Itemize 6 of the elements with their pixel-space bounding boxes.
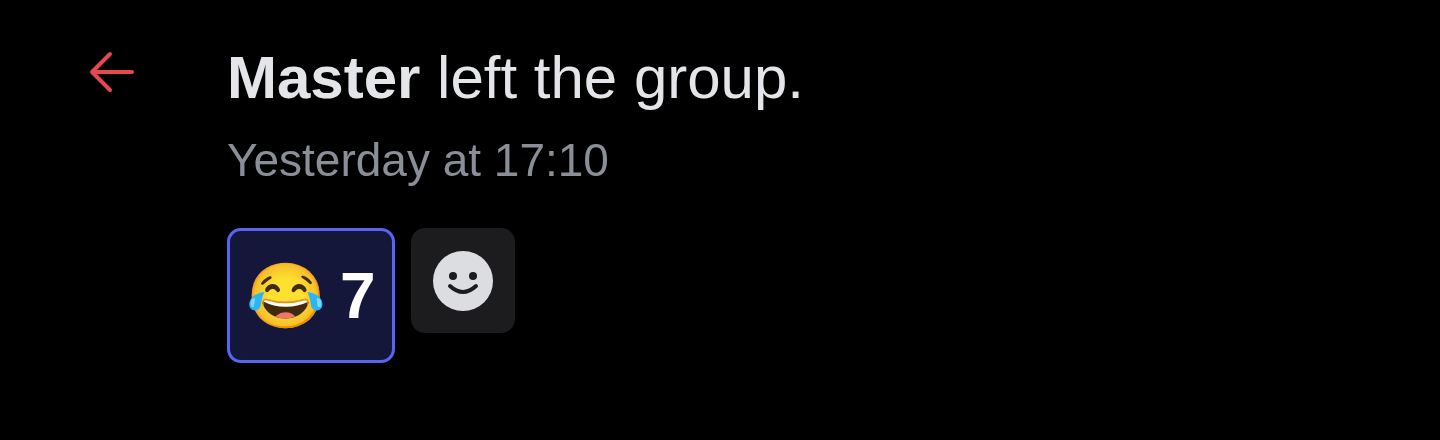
message-timestamp: Yesterday at 17:10 bbox=[227, 133, 610, 188]
system-message: Master left the group. bbox=[227, 43, 804, 113]
back-arrow-icon[interactable] bbox=[88, 50, 136, 94]
add-reaction-button[interactable] bbox=[410, 228, 515, 333]
reaction-button[interactable]: 😂 7 bbox=[227, 228, 395, 363]
smiley-icon bbox=[432, 250, 493, 311]
